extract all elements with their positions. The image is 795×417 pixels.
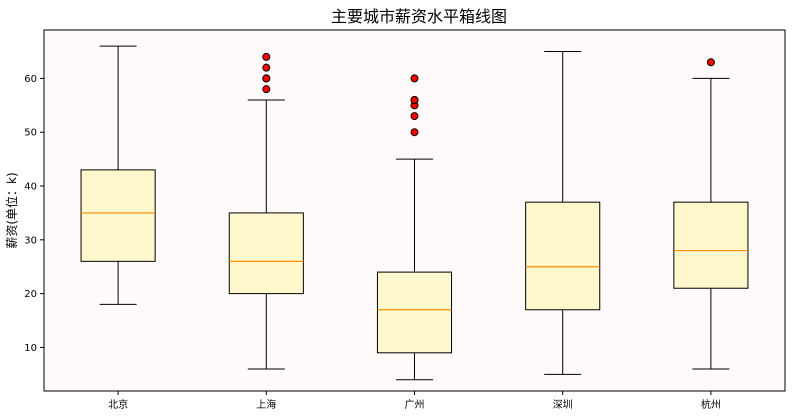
y-tick-label: 60 — [24, 74, 37, 85]
iqr-box — [525, 201, 601, 311]
outlier-point — [410, 74, 419, 83]
iqr-box — [80, 169, 156, 262]
outlier-point — [706, 58, 715, 67]
y-tick-label: 10 — [24, 343, 37, 354]
salary-boxplot-chart: 主要城市薪资水平箱线图 北京 上海 广州 深圳 杭州 10 20 30 40 50 60 薪资(单位… — [4, 7, 786, 411]
chart-title: 主要城市薪资水平箱线图 — [331, 7, 507, 26]
outlier-point — [262, 74, 271, 83]
x-tick-label: 上海 — [256, 398, 276, 411]
x-tick-label: 广州 — [405, 399, 425, 411]
outlier-point — [262, 85, 271, 94]
y-tick-label: 20 — [24, 289, 37, 300]
outlier-point — [410, 95, 419, 104]
x-tick-label: 杭州 — [701, 398, 721, 411]
y-tick-label: 40 — [24, 182, 37, 193]
y-tick-label: 30 — [24, 235, 37, 246]
iqr-box — [673, 201, 749, 289]
outlier-point — [262, 63, 271, 72]
outlier-point — [410, 112, 419, 121]
y-tick-label: 50 — [24, 128, 37, 139]
x-tick-label: 北京 — [108, 398, 128, 411]
y-axis-label: 薪资(单位：k) — [4, 172, 19, 248]
iqr-box — [228, 212, 304, 295]
iqr-box — [376, 271, 453, 354]
outlier-point — [262, 52, 271, 61]
outlier-point — [410, 128, 419, 137]
x-tick-label: 深圳 — [553, 399, 573, 411]
